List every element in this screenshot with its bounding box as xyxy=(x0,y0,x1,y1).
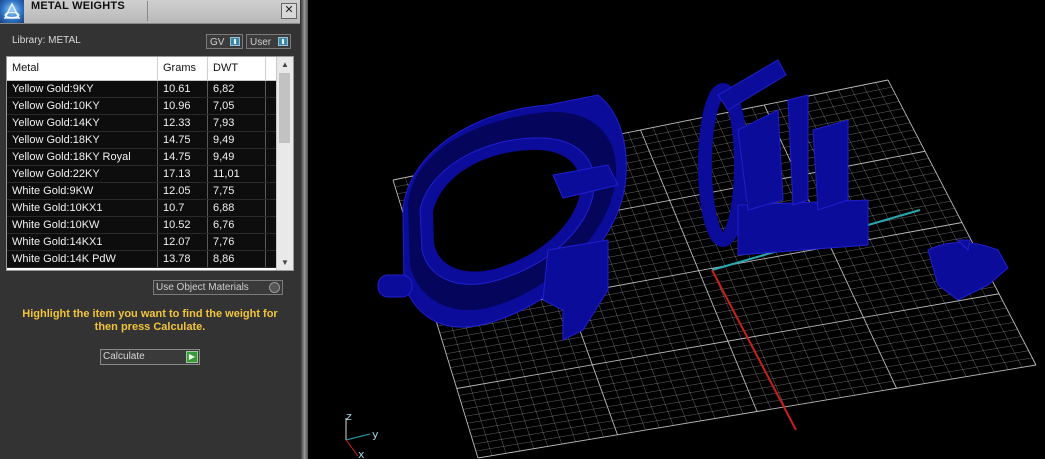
grams-cell: 10.61 xyxy=(158,81,208,97)
table-row[interactable]: Yellow Gold:22KY 17.13 11,01 xyxy=(7,166,277,183)
table-row[interactable]: Yellow Gold:18KY Royal 14.75 9,49 xyxy=(7,149,277,166)
metal-table: Metal Grams DWT Yellow Gold:9KY 10.61 6,82… xyxy=(6,56,294,271)
gv-toggle-label: GV xyxy=(210,37,225,48)
scroll-thumb[interactable] xyxy=(279,73,290,143)
dwt-cell: 6,88 xyxy=(208,200,266,216)
grams-cell: 12.05 xyxy=(158,183,208,199)
calculate-label: Calculate xyxy=(103,351,145,362)
metal-cell: Yellow Gold:22KY xyxy=(7,166,158,182)
table-row[interactable]: Yellow Gold:9KY 10.61 6,82 xyxy=(7,81,277,98)
table-row[interactable]: Yellow Gold:14KY 12.33 7,93 xyxy=(7,115,277,132)
metal-cell: White Gold:14KX1 xyxy=(7,234,158,250)
toggle-switch-icon xyxy=(278,37,288,46)
metal-cell: White Gold:14K PdW xyxy=(7,251,158,267)
table-row[interactable]: White Gold:10KW 10.52 6,76 xyxy=(7,217,277,234)
metal-cell: Yellow Gold:18KY xyxy=(7,132,158,148)
metal-cell: White Gold:10KW xyxy=(7,217,158,233)
grams-cell: 12.07 xyxy=(158,234,208,250)
dwt-cell: 7,76 xyxy=(208,234,266,250)
column-header-dwt[interactable]: DWT xyxy=(208,57,266,80)
hint-text: Highlight the item you want to find the … xyxy=(22,308,278,333)
y-axis-label: y xyxy=(372,428,379,441)
radio-icon xyxy=(269,282,280,293)
grid-line xyxy=(469,336,1022,431)
x-axis-line xyxy=(711,269,797,431)
close-button[interactable]: ✕ xyxy=(281,3,297,19)
grid-line xyxy=(850,87,995,373)
use-object-materials-label: Use Object Materials xyxy=(156,282,249,293)
calculate-button[interactable]: Calculate ▶ xyxy=(100,349,200,365)
axis-gizmo: z y x xyxy=(345,410,379,459)
app-logo-icon xyxy=(0,0,24,23)
table-row[interactable]: Yellow Gold:10KY 10.96 7,05 xyxy=(7,98,277,115)
metal-cell: Yellow Gold:14KY xyxy=(7,115,158,131)
table-row[interactable]: White Gold:14KX1 12.07 7,76 xyxy=(7,234,277,251)
grams-cell: 14.75 xyxy=(158,149,208,165)
grid-line xyxy=(863,84,1009,370)
dwt-cell: 6,82 xyxy=(208,81,266,97)
3d-viewport[interactable]: z y x xyxy=(308,0,1045,459)
scroll-up-icon[interactable]: ▲ xyxy=(277,57,293,72)
gv-toggle[interactable]: GV xyxy=(206,34,243,49)
dwt-cell: 11,01 xyxy=(208,166,266,182)
grid-line xyxy=(471,343,1025,438)
scroll-down-icon[interactable]: ▼ xyxy=(277,255,293,270)
grams-cell: 10.52 xyxy=(158,217,208,233)
viewport-canvas: z y x xyxy=(345,59,1037,459)
metal-weights-panel: METAL WEIGHTS ✕ Library: METAL GV User M… xyxy=(0,0,300,459)
grams-cell: 14.75 xyxy=(158,132,208,148)
grams-cell: 10.96 xyxy=(158,98,208,114)
dwt-cell: 8,86 xyxy=(208,251,266,267)
z-axis-label: z xyxy=(346,410,352,423)
grid-line xyxy=(467,329,1018,424)
table-row[interactable]: Yellow Gold:18KY 14.75 9,49 xyxy=(7,132,277,149)
grid-line xyxy=(473,350,1029,445)
table-row[interactable]: White Gold:10KX1 10.7 6,88 xyxy=(7,200,277,217)
play-arrow-icon: ▶ xyxy=(186,351,198,363)
grid-line xyxy=(475,357,1033,452)
grid-line xyxy=(887,79,1037,366)
use-object-materials-option[interactable]: Use Object Materials xyxy=(153,280,283,295)
table-scrollbar[interactable]: ▲ ▼ xyxy=(276,57,293,270)
grid-line xyxy=(477,364,1037,459)
panel-title: METAL WEIGHTS xyxy=(31,0,125,12)
metal-cell: Yellow Gold:18KY Royal xyxy=(7,149,158,165)
toggle-switch-icon xyxy=(230,37,240,46)
title-divider xyxy=(147,1,148,21)
grid-line xyxy=(875,82,1023,368)
dwt-cell: 9,49 xyxy=(208,149,266,165)
metal-cell: Yellow Gold:10KY xyxy=(7,98,158,114)
grams-cell: 10.7 xyxy=(158,200,208,216)
grams-cell: 12.33 xyxy=(158,115,208,131)
dwt-cell: 7,75 xyxy=(208,183,266,199)
metal-cell: White Gold:10KX1 xyxy=(7,200,158,216)
x-axis-label: x xyxy=(358,448,365,459)
dwt-cell: 6,76 xyxy=(208,217,266,233)
table-row[interactable]: White Gold:14K PdW 13.78 8,86 xyxy=(7,251,277,268)
metal-cell: White Gold:9KW xyxy=(7,183,158,199)
library-label: Library: METAL xyxy=(12,35,81,46)
grid-line xyxy=(465,322,1014,417)
user-toggle[interactable]: User xyxy=(246,34,291,49)
panel-titlebar[interactable]: METAL WEIGHTS ✕ xyxy=(0,0,300,24)
table-body: Yellow Gold:9KY 10.61 6,82 Yellow Gold:10K… xyxy=(7,81,277,268)
column-header-grams[interactable]: Grams xyxy=(158,57,208,80)
grams-cell: 17.13 xyxy=(158,166,208,182)
grams-cell: 13.78 xyxy=(158,251,208,267)
table-row[interactable]: White Gold:9KW 12.05 7,75 xyxy=(7,183,277,200)
dwt-cell: 9,49 xyxy=(208,132,266,148)
panel-splitter[interactable] xyxy=(300,0,308,459)
user-toggle-label: User xyxy=(250,37,272,48)
column-header-metal[interactable]: Metal xyxy=(7,57,158,80)
dwt-cell: 7,05 xyxy=(208,98,266,114)
table-header: Metal Grams DWT xyxy=(7,57,277,81)
prong-setting-model xyxy=(927,239,1009,301)
dwt-cell: 7,93 xyxy=(208,115,266,131)
metal-cell: Yellow Gold:9KY xyxy=(7,81,158,97)
